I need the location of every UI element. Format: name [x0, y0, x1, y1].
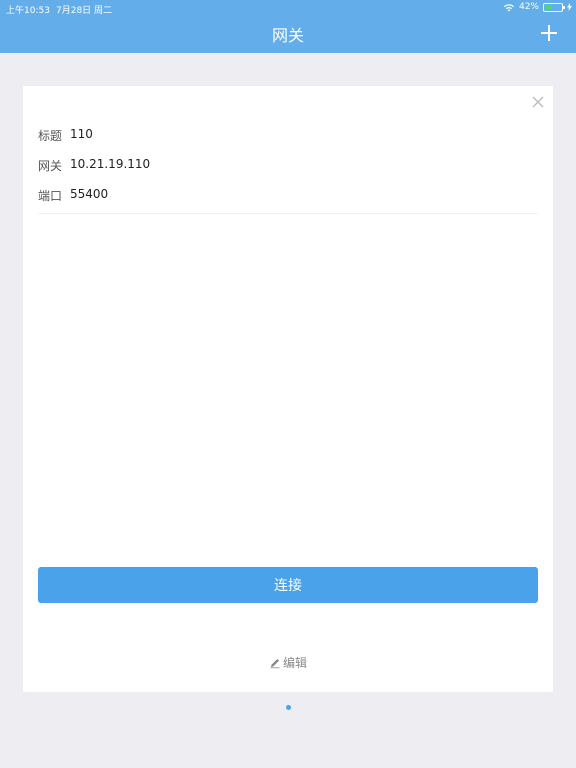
wifi-icon: [503, 3, 514, 11]
gateway-label: 网关: [38, 159, 63, 173]
page-indicator-dot: [286, 705, 291, 710]
page-title: 网关: [271, 26, 304, 45]
connect-button[interactable]: 连接: [38, 567, 538, 603]
top-bar: 上午10:53 7月28日 周二 42% 网关: [0, 0, 576, 53]
gateway-card: 标题 110 网关 10.21.19.110 端口 55400 连接 编辑: [23, 86, 553, 692]
status-right: 42%: [503, 2, 572, 12]
edit-button[interactable]: 编辑: [23, 654, 553, 671]
status-bar: 上午10:53 7月28日 周二 42%: [0, 0, 576, 16]
plus-icon[interactable]: [538, 22, 560, 44]
status-date: 7月28日 周二: [56, 6, 113, 16]
divider: [38, 213, 538, 214]
charging-icon: [567, 3, 572, 11]
port-value: 55400: [70, 187, 109, 201]
title-row: 标题 110: [38, 127, 93, 144]
status-time: 上午10:53: [6, 6, 50, 16]
gateway-row: 网关 10.21.19.110: [38, 157, 150, 174]
pencil-icon: [270, 658, 280, 668]
gateway-value: 10.21.19.110: [70, 157, 151, 171]
battery-percent: 42%: [518, 2, 539, 12]
close-icon[interactable]: [531, 95, 545, 109]
battery-fill: [545, 4, 552, 10]
title-label: 标题: [38, 129, 63, 143]
port-label: 端口: [38, 189, 63, 203]
edit-label: 编辑: [282, 656, 307, 670]
title-value: 110: [70, 127, 93, 141]
port-row: 端口 55400: [38, 187, 108, 204]
battery-icon: [543, 2, 565, 12]
